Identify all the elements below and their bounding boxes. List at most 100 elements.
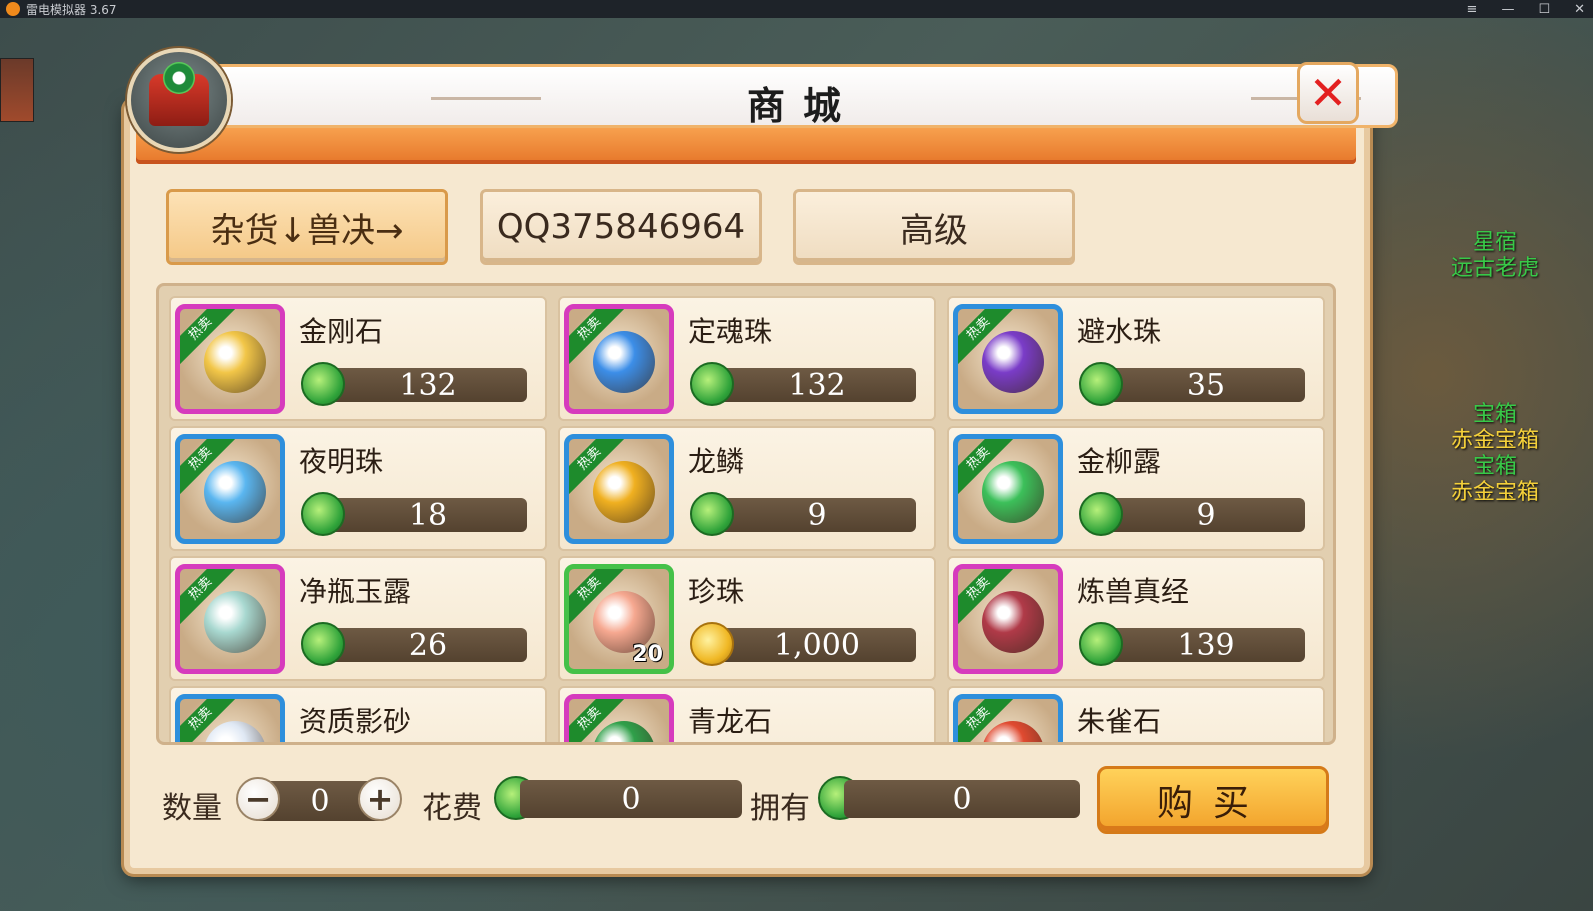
npc-label-tiger: 远古老虎 [1450, 256, 1539, 281]
minus-icon: − [244, 780, 272, 818]
item-artwork [204, 721, 266, 742]
tab-1[interactable]: QQ375846964 [480, 189, 762, 265]
item-artwork [982, 331, 1044, 393]
owned-label: 拥有 [750, 791, 810, 826]
cost-value: 0 [621, 781, 641, 817]
item-artwork [204, 331, 266, 393]
shop-item-card[interactable]: 热卖 金柳露 9 [947, 426, 1325, 551]
npc-label-chest-2: 宝箱 [1472, 454, 1517, 479]
quantity-plus-button[interactable]: + [358, 777, 402, 821]
item-name: 青龙石 [688, 705, 773, 738]
item-icon: 热卖 [564, 434, 674, 544]
item-price: 132 [329, 368, 527, 403]
item-name: 朱雀石 [1077, 705, 1162, 738]
tab-label: 杂货↓兽决→ [210, 210, 404, 251]
item-name: 净瓶玉露 [299, 575, 412, 608]
shop-item-card[interactable]: 热卖 定魂珠 132 [558, 296, 936, 421]
shop-pavilion-icon [127, 48, 231, 152]
gold-coin-icon [690, 622, 734, 666]
item-price: 26 [329, 628, 527, 663]
buy-button[interactable]: 购买 [1097, 766, 1329, 834]
jade-coin-icon [1079, 492, 1123, 536]
item-name: 炼兽真经 [1077, 575, 1190, 608]
player-avatar[interactable] [0, 58, 34, 122]
minimize-icon[interactable]: — [1501, 2, 1514, 17]
item-price: 9 [1107, 498, 1305, 533]
jade-coin-icon [301, 492, 345, 536]
quantity-value: 0 [310, 783, 330, 819]
item-icon: 热卖 [953, 694, 1063, 742]
item-price: 18 [329, 498, 527, 533]
shop-item-card[interactable]: 热卖 20 珍珠 1,000 [558, 556, 936, 681]
shop-item-card[interactable]: 热卖 金刚石 132 [169, 296, 547, 421]
shop-item-card[interactable]: 热卖 净瓶玉露 26 [169, 556, 547, 681]
page-title: 商城 [746, 84, 859, 128]
item-icon: 热卖 [564, 694, 674, 742]
item-name: 定魂珠 [688, 315, 773, 348]
item-artwork [982, 461, 1044, 523]
item-artwork [593, 721, 655, 742]
item-icon: 热卖 [175, 564, 285, 674]
cost-value-box: 0 [520, 780, 742, 818]
jade-coin-icon [301, 362, 345, 406]
owned-value-box: 0 [844, 780, 1080, 818]
item-artwork [982, 721, 1044, 742]
item-artwork [593, 461, 655, 523]
item-artwork [204, 591, 266, 653]
item-name: 夜明珠 [299, 445, 384, 478]
shop-item-card[interactable]: 热卖 资质影砂 [169, 686, 547, 742]
item-artwork [204, 461, 266, 523]
quantity-label: 数量 [162, 791, 222, 826]
owned-value: 0 [952, 781, 972, 817]
item-name: 龙鳞 [688, 445, 745, 478]
jade-coin-icon [690, 492, 734, 536]
npc-label-gold-chest: 赤金宝箱 [1450, 428, 1539, 453]
npc-label-star: 星宿 [1472, 230, 1517, 255]
buy-button-label: 购买 [1156, 783, 1269, 824]
item-icon: 热卖 [175, 694, 285, 742]
shop-item-card[interactable]: 热卖 避水珠 35 [947, 296, 1325, 421]
item-price: 1,000 [718, 628, 916, 663]
item-icon: 热卖 [953, 434, 1063, 544]
shop-item-card[interactable]: 热卖 青龙石 [558, 686, 936, 742]
shop-item-card[interactable]: 热卖 炼兽真经 139 [947, 556, 1325, 681]
tab-label: 高级 [900, 210, 968, 251]
header-orange-band [136, 124, 1356, 164]
emulator-titlebar: 雷电模拟器 3.67 ≡ — ☐ ✕ [0, 0, 1593, 18]
tab-0[interactable]: 杂货↓兽决→ [166, 189, 448, 265]
menu-icon[interactable]: ≡ [1467, 2, 1478, 17]
jade-coin-icon [1079, 622, 1123, 666]
shop-item-card[interactable]: 热卖 夜明珠 18 [169, 426, 547, 551]
shop-item-card[interactable]: 热卖 朱雀石 [947, 686, 1325, 742]
item-name: 金刚石 [299, 315, 384, 348]
item-icon: 热卖 [175, 434, 285, 544]
jade-coin-icon [301, 622, 345, 666]
maximize-icon[interactable]: ☐ [1538, 2, 1550, 17]
shop-item-card[interactable]: 热卖 龙鳞 9 [558, 426, 936, 551]
plus-icon: + [366, 780, 394, 818]
item-icon: 热卖 20 [564, 564, 674, 674]
quantity-minus-button[interactable]: − [236, 777, 280, 821]
npc-label-chest: 宝箱 [1472, 402, 1517, 427]
item-icon: 热卖 [564, 304, 674, 414]
npc-label-gold-chest-2: 赤金宝箱 [1450, 480, 1539, 505]
item-name: 避水珠 [1077, 315, 1162, 348]
item-artwork [593, 331, 655, 393]
item-icon: 热卖 [953, 304, 1063, 414]
tab-2[interactable]: 高级 [793, 189, 1075, 265]
close-button[interactable]: ✕ [1297, 62, 1359, 124]
emulator-app-name: 雷电模拟器 3.67 [26, 2, 117, 17]
item-price: 139 [1107, 628, 1305, 663]
item-price: 35 [1107, 368, 1305, 403]
item-name: 金柳露 [1077, 445, 1162, 478]
item-icon: 热卖 [175, 304, 285, 414]
window-close-icon[interactable]: ✕ [1574, 2, 1585, 17]
jade-coin-icon [690, 362, 734, 406]
jade-coin-icon [1079, 362, 1123, 406]
close-icon: ✕ [1308, 66, 1348, 120]
item-price: 9 [718, 498, 916, 533]
item-grid: 热卖 金刚石 132 热卖 定魂珠 132 热卖 避水珠 35 热卖 夜明珠 18 热卖 龙鳞 9 热卖 金柳露… [156, 283, 1336, 745]
shop-header: 商城 [108, 64, 1398, 174]
item-stack-count: 20 [632, 642, 663, 667]
npc-labels: 星宿 远古老虎 宝箱 赤金宝箱 宝箱 赤金宝箱 [1400, 230, 1590, 506]
